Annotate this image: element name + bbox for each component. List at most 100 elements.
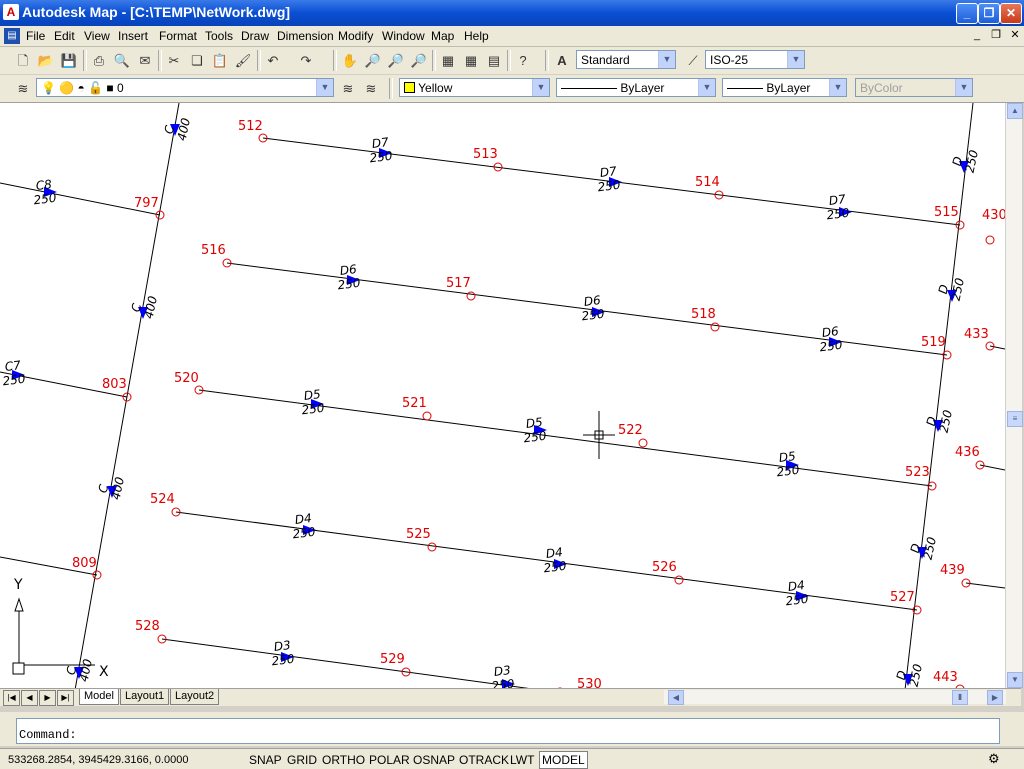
undo-icon[interactable]: ↶ bbox=[263, 51, 283, 71]
node-marker[interactable] bbox=[674, 575, 684, 585]
print-icon[interactable]: ⎙ bbox=[89, 51, 109, 71]
snap-toggle[interactable]: SNAP bbox=[246, 751, 285, 769]
scroll-up-icon[interactable]: ▲ bbox=[1007, 103, 1023, 119]
doc-minimize-icon[interactable]: _ bbox=[970, 29, 984, 42]
coordinate-readout[interactable]: 533268.2854, 3945429.3166, 0.0000 bbox=[5, 751, 191, 769]
designcenter-icon[interactable]: ▦ bbox=[461, 51, 481, 71]
node-marker[interactable] bbox=[427, 542, 437, 552]
open-icon[interactable]: 📂 bbox=[36, 51, 56, 71]
menu-help[interactable]: Help bbox=[464, 28, 489, 44]
vertical-scrollbar[interactable]: ▲ ≡ ▼ bbox=[1005, 103, 1023, 688]
make-current-icon[interactable]: ≋ bbox=[338, 79, 358, 99]
node-marker[interactable] bbox=[710, 322, 720, 332]
menu-window[interactable]: Window bbox=[382, 28, 425, 44]
linetype-select[interactable]: ByLayer ▼ bbox=[556, 78, 716, 97]
paste-icon[interactable]: 📋 bbox=[210, 51, 230, 71]
doc-restore-icon[interactable]: ❐ bbox=[989, 29, 1003, 42]
color-select[interactable]: Yellow ▼ bbox=[399, 78, 550, 97]
menu-file[interactable]: File bbox=[26, 28, 45, 44]
tab-layout2[interactable]: Layout2 bbox=[170, 689, 220, 705]
scroll-right-icon[interactable]: ▶ bbox=[987, 690, 1003, 705]
preview-icon[interactable]: 🔍 bbox=[112, 51, 132, 71]
menu-format[interactable]: Format bbox=[159, 28, 197, 44]
menu-modify[interactable]: Modify bbox=[338, 28, 373, 44]
redo-icon[interactable]: ↷ bbox=[296, 51, 316, 71]
node-label: 521 bbox=[402, 396, 427, 411]
pipe-label: D3250 bbox=[491, 663, 516, 688]
pipe-label: D4250 bbox=[543, 545, 568, 576]
pipe-size: 250 bbox=[2, 372, 27, 389]
drawing-area[interactable]: 512 513 514 515 516 517 518 519 520 521 522 523 524 5… bbox=[0, 103, 1005, 688]
matchprop-icon[interactable]: 🖌 bbox=[233, 51, 253, 71]
pipe-size: 250 bbox=[819, 338, 844, 355]
toolpalettes-icon[interactable]: ▤ bbox=[484, 51, 504, 71]
hscroll-thumb[interactable]: ⦀ bbox=[952, 690, 968, 705]
pipe-label: D5250 bbox=[523, 415, 548, 445]
properties-icon[interactable]: ▦ bbox=[438, 51, 458, 71]
prev-tab-icon[interactable]: ◀ bbox=[21, 690, 38, 706]
next-tab-icon[interactable]: ▶ bbox=[39, 690, 56, 706]
node-label: 525 bbox=[406, 527, 431, 542]
tab-layout1[interactable]: Layout1 bbox=[120, 689, 170, 705]
zoom-previous-icon[interactable]: 🔎 bbox=[409, 51, 429, 71]
model-toggle[interactable]: MODEL bbox=[539, 751, 588, 769]
lwt-toggle[interactable]: LWT bbox=[507, 751, 537, 769]
pipe-size: 250 bbox=[921, 535, 940, 561]
copy-icon[interactable]: ❏ bbox=[187, 51, 207, 71]
minimize-button[interactable]: _ bbox=[956, 3, 978, 24]
otrack-toggle[interactable]: OTRACK bbox=[456, 751, 512, 769]
zoom-realtime-icon[interactable]: 🔎 bbox=[363, 51, 383, 71]
layer-select[interactable]: 💡 🟡 ◓ 🔓 ■ 0 ▼ bbox=[36, 78, 334, 97]
pan-icon[interactable]: ✋ bbox=[340, 51, 360, 71]
app-icon[interactable]: A bbox=[3, 4, 19, 20]
polar-toggle[interactable]: POLAR bbox=[366, 751, 413, 769]
tray-settings-icon[interactable]: ⚙ bbox=[988, 751, 1000, 767]
close-button[interactable]: ✕ bbox=[1000, 3, 1022, 24]
node-marker[interactable] bbox=[638, 438, 648, 448]
node-marker[interactable] bbox=[985, 235, 995, 245]
text-style-select[interactable]: Standard ▼ bbox=[576, 50, 676, 69]
pipe-size: 250 bbox=[33, 191, 58, 208]
menu-edit[interactable]: Edit bbox=[54, 28, 75, 44]
new-icon[interactable]: 🗋 bbox=[13, 51, 33, 71]
menu-insert[interactable]: Insert bbox=[118, 28, 148, 44]
scroll-left-icon[interactable]: ◀ bbox=[668, 690, 684, 705]
help-icon[interactable]: ? bbox=[513, 51, 533, 71]
pipe-label: D250 bbox=[936, 276, 967, 302]
doc-close-icon[interactable]: ✕ bbox=[1008, 29, 1022, 42]
pipe-line bbox=[904, 103, 974, 688]
first-tab-icon[interactable]: |◀ bbox=[3, 690, 20, 706]
node-label: 516 bbox=[201, 243, 226, 258]
horizontal-scrollbar[interactable]: ◀ ⦀ ▶ bbox=[664, 690, 1006, 705]
dim-style-select[interactable]: ISO-25 ▼ bbox=[705, 50, 805, 69]
pipe-size: 250 bbox=[543, 559, 568, 576]
tab-model[interactable]: Model bbox=[79, 689, 119, 705]
zoom-window-icon[interactable]: 🔎 bbox=[386, 51, 406, 71]
network-drawing[interactable]: 512 513 514 515 516 517 518 519 520 521 522 523 524 5… bbox=[0, 103, 1005, 688]
cut-icon[interactable]: ✂ bbox=[164, 51, 184, 71]
node-marker[interactable] bbox=[466, 291, 476, 301]
scroll-thumb[interactable]: ≡ bbox=[1007, 411, 1023, 427]
command-line[interactable]: Command: bbox=[16, 718, 1000, 744]
layer-previous-icon[interactable]: ≋ bbox=[361, 79, 381, 99]
pipe-label: D7250 bbox=[369, 135, 394, 165]
save-icon[interactable]: 💾 bbox=[59, 51, 79, 71]
last-tab-icon[interactable]: ▶| bbox=[57, 690, 74, 706]
document-icon[interactable]: ▤ bbox=[4, 28, 20, 44]
maximize-button[interactable]: ❐ bbox=[978, 3, 1000, 24]
menu-dimension[interactable]: Dimension bbox=[277, 28, 334, 44]
menu-tools[interactable]: Tools bbox=[205, 28, 233, 44]
layer-manager-icon[interactable]: ≋ bbox=[13, 79, 33, 99]
osnap-toggle[interactable]: OSNAP bbox=[410, 751, 458, 769]
minimize-icon: _ bbox=[963, 6, 971, 20]
grid-toggle[interactable]: GRID bbox=[284, 751, 320, 769]
ortho-toggle[interactable]: ORTHO bbox=[319, 751, 368, 769]
publish-icon[interactable]: ✉ bbox=[135, 51, 155, 71]
node-label: 513 bbox=[473, 147, 498, 162]
scroll-down-icon[interactable]: ▼ bbox=[1007, 672, 1023, 688]
lineweight-select[interactable]: ByLayer ▼ bbox=[722, 78, 847, 97]
menu-map[interactable]: Map bbox=[431, 28, 454, 44]
node-marker[interactable] bbox=[422, 411, 432, 421]
menu-draw[interactable]: Draw bbox=[241, 28, 269, 44]
menu-view[interactable]: View bbox=[84, 28, 110, 44]
